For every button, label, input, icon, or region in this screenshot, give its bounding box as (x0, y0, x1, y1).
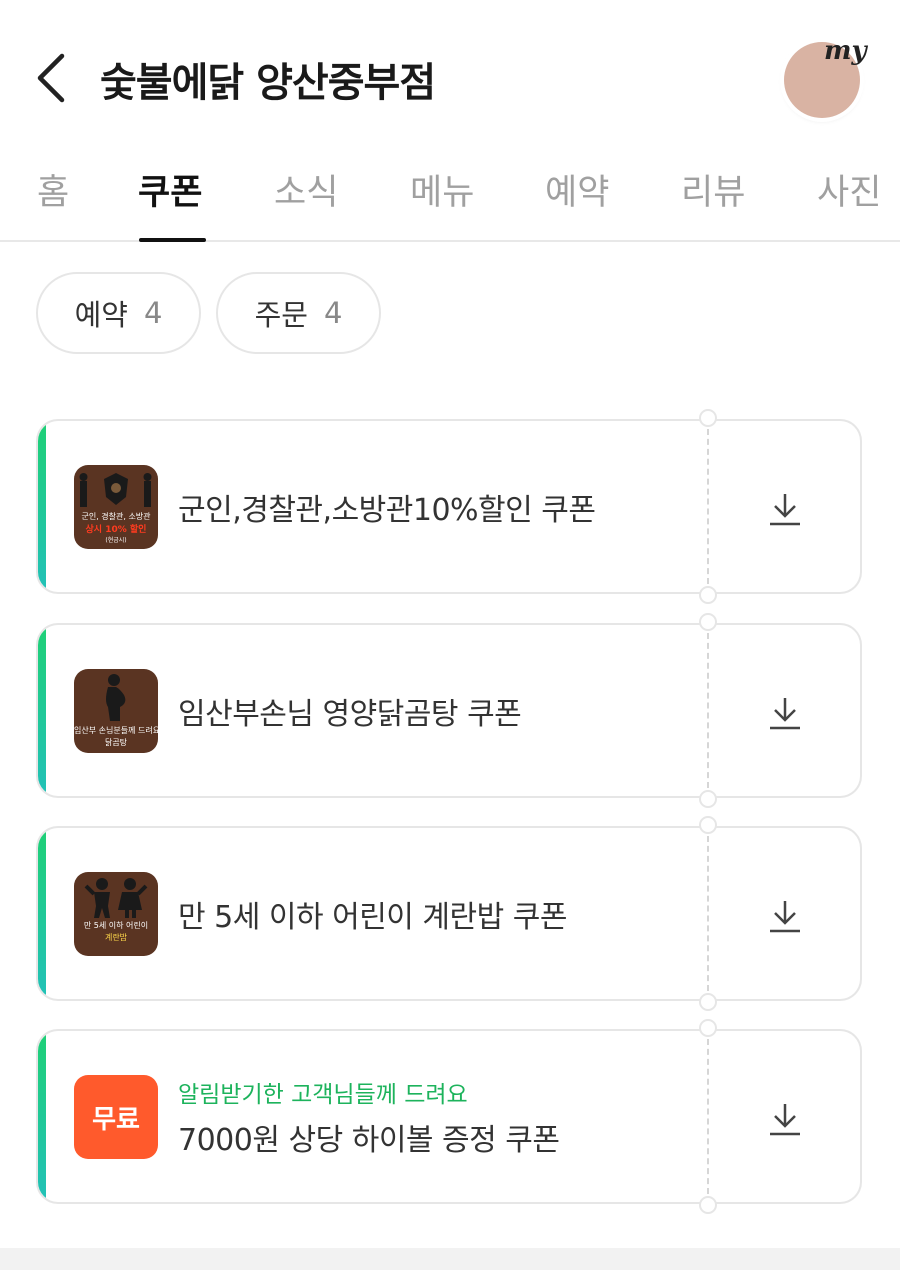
tab-menu[interactable]: 메뉴 (410, 164, 474, 215)
thumb-line: 계란밥 (104, 933, 128, 942)
active-tab-indicator (139, 238, 206, 242)
avatar-badge: my (824, 36, 867, 66)
coupon-thumbnail: 군인, 경찰관, 소방관 상시 10% 할인 (현금시) (74, 465, 158, 549)
download-icon (770, 1104, 800, 1136)
pregnant-woman-icon (106, 674, 126, 721)
coupon-body[interactable]: 무료 알림받기한 고객님들께 드려요 7000원 상당 하이볼 증정 쿠폰 (36, 1029, 709, 1204)
coupon-subtitle: 알림받기한 고객님들께 드려요 (178, 1082, 468, 1108)
coupon-body[interactable]: 만 5세 이하 어린이 계란밥 만 5세 이하 어린이 계란밥 쿠폰 (36, 826, 709, 1001)
coupon-card: 임산부 손님분들께 드려요 닭곰탕 임산부손님 영양닭곰탕 쿠폰 (36, 613, 862, 808)
ticket-notch (699, 586, 717, 604)
children-icon (84, 878, 148, 918)
top-header: 숯불에닭 양산중부점 my (0, 0, 900, 150)
page-title: 숯불에닭 양산중부점 (100, 60, 436, 106)
ticket-notch (699, 409, 717, 427)
download-icon (770, 494, 800, 526)
download-button[interactable] (707, 419, 862, 594)
free-badge: 무료 (74, 1075, 158, 1159)
tab-news[interactable]: 소식 (274, 164, 338, 215)
coupon-title: 임산부손님 영양닭곰탕 쿠폰 (178, 697, 522, 732)
coupon-title: 군인,경찰관,소방관10%할인 쿠폰 (178, 493, 596, 528)
coupon-title: 만 5세 이하 어린이 계란밥 쿠폰 (178, 900, 567, 935)
download-button[interactable] (707, 826, 862, 1001)
tab-bar: 홈 쿠폰 소식 메뉴 예약 리뷰 사진 (0, 150, 900, 242)
tab-photo[interactable]: 사진 (817, 164, 881, 215)
coupon-body[interactable]: 군인, 경찰관, 소방관 상시 10% 할인 (현금시) 군인,경찰관,소방관1… (36, 419, 709, 594)
my-profile-button[interactable]: my (778, 36, 870, 120)
thumb-line: 임산부 손님분들께 드려요 (74, 726, 158, 735)
chevron-left-icon (37, 53, 65, 103)
chip-label: 예약 (74, 298, 128, 332)
tab-review[interactable]: 리뷰 (681, 164, 745, 215)
thumb-line: 닭곰탕 (104, 738, 128, 747)
download-button[interactable] (707, 1029, 862, 1204)
coupon-title: 7000원 상당 하이볼 증정 쿠폰 (178, 1123, 560, 1158)
ticket-notch (699, 816, 717, 834)
thumb-line: (현금시) (105, 537, 127, 544)
coupon-card: 군인, 경찰관, 소방관 상시 10% 할인 (현금시) 군인,경찰관,소방관1… (36, 409, 862, 604)
coupon-thumbnail: 임산부 손님분들께 드려요 닭곰탕 (74, 669, 158, 753)
chip-count: 4 (143, 296, 163, 330)
ticket-notch (699, 993, 717, 1011)
chip-label: 주문 (254, 298, 308, 332)
thumb-line: 만 5세 이하 어린이 (83, 921, 149, 930)
tab-coupon[interactable]: 쿠폰 (138, 164, 202, 215)
coupon-accent-bar (38, 1031, 46, 1202)
ticket-notch (699, 613, 717, 631)
coupon-accent-bar (38, 421, 46, 592)
tab-reservation[interactable]: 예약 (545, 164, 609, 215)
coupon-body[interactable]: 임산부 손님분들께 드려요 닭곰탕 임산부손님 영양닭곰탕 쿠폰 (36, 623, 709, 798)
tab-home[interactable]: 홈 (37, 164, 69, 215)
coupon-card: 무료 알림받기한 고객님들께 드려요 7000원 상당 하이볼 증정 쿠폰 (36, 1019, 862, 1214)
coupon-accent-bar (38, 625, 46, 796)
filter-chip-reservation[interactable]: 예약 4 (36, 272, 201, 354)
chip-count: 4 (323, 296, 343, 330)
ticket-notch (699, 1196, 717, 1214)
thumb-line: 상시 10% 할인 (85, 525, 147, 535)
coupon-card: 만 5세 이하 어린이 계란밥 만 5세 이하 어린이 계란밥 쿠폰 (36, 816, 862, 1011)
filter-chip-order[interactable]: 주문 4 (216, 272, 381, 354)
section-divider (0, 1248, 900, 1270)
ticket-notch (699, 790, 717, 808)
download-button[interactable] (707, 623, 862, 798)
ticket-notch (699, 1019, 717, 1037)
coupon-accent-bar (38, 828, 46, 999)
download-icon (770, 698, 800, 730)
back-button[interactable] (30, 48, 74, 108)
download-icon (770, 901, 800, 933)
coupon-thumbnail: 만 5세 이하 어린이 계란밥 (74, 872, 158, 956)
police-badge-icon (79, 473, 152, 507)
thumb-line: 군인, 경찰관, 소방관 (81, 512, 151, 521)
